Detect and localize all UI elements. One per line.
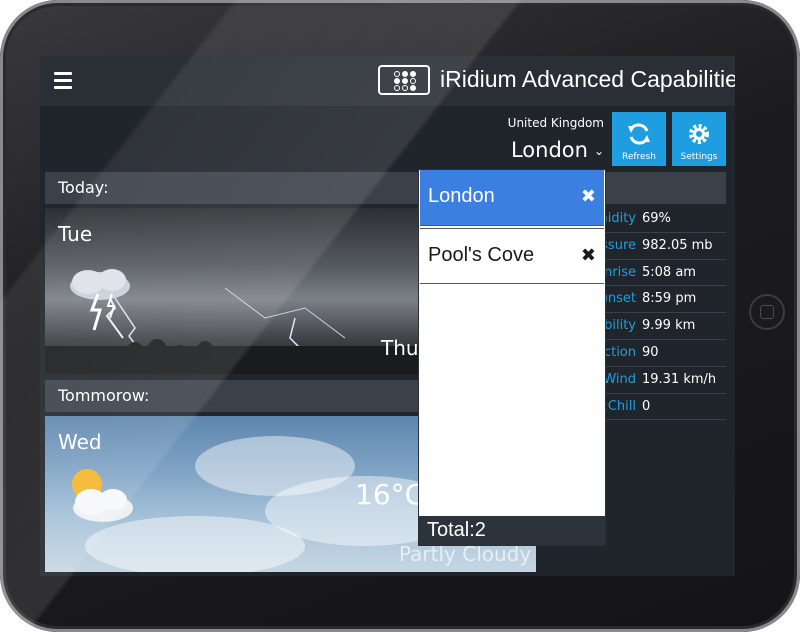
home-button[interactable] bbox=[749, 294, 785, 330]
detail-row: Visibility:9.99 km bbox=[590, 313, 726, 340]
app-screen: iRidium Advanced Capabilities United Kin… bbox=[40, 56, 735, 576]
city-selector-label: London bbox=[510, 138, 588, 162]
city-option-pools-cove[interactable]: Pool's Cove ✖ bbox=[420, 228, 604, 284]
city-option-london[interactable]: London ✖ bbox=[420, 170, 604, 226]
tomorrow-condition: Partly Cloudy bbox=[399, 542, 532, 566]
thunderstorm-icon bbox=[70, 269, 130, 331]
detail-row: Sunset:8:59 pm bbox=[590, 286, 726, 314]
detail-row: Pressure:982.05 mb bbox=[590, 233, 726, 260]
close-icon[interactable]: ✖ bbox=[581, 186, 596, 207]
refresh-icon bbox=[628, 123, 650, 145]
iridium-logo-icon bbox=[378, 65, 430, 95]
close-icon[interactable]: ✖ bbox=[581, 245, 596, 266]
hamburger-icon[interactable] bbox=[54, 72, 72, 90]
detail-value: 69% bbox=[642, 211, 671, 226]
detail-value: 8:59 pm bbox=[642, 291, 697, 307]
city-dropdown: London ✖ Pool's Cove ✖ Total:2 bbox=[419, 170, 605, 545]
top-bar: iRidium Advanced Capabilities bbox=[40, 56, 735, 106]
detail-row: Chill: 0 bbox=[590, 394, 726, 421]
city-option-label: London bbox=[428, 185, 495, 207]
city-selector[interactable]: London ⌄ bbox=[480, 138, 604, 162]
detail-row: Direction:90 bbox=[590, 340, 726, 367]
weather-details-list: Humidity:69% Pressure:982.05 mb Sunrise:… bbox=[590, 206, 726, 421]
detail-value: 90 bbox=[642, 344, 659, 360]
details-header bbox=[605, 172, 726, 204]
city-total: Total:2 bbox=[419, 516, 605, 545]
app-title: iRidium Advanced Capabilities bbox=[440, 66, 735, 92]
settings-label: Settings bbox=[680, 152, 718, 162]
tomorrow-temperature: 16°C bbox=[355, 478, 425, 511]
detail-row: Humidity:69% bbox=[590, 206, 726, 233]
detail-row: Sunrise:5:08 am bbox=[590, 260, 726, 287]
detail-value: 19.31 km/h bbox=[642, 371, 717, 387]
country-label: United Kingdom bbox=[507, 116, 604, 130]
partly-cloudy-icon bbox=[72, 469, 133, 522]
gear-icon bbox=[689, 124, 709, 144]
refresh-button[interactable]: Refresh bbox=[612, 112, 666, 166]
detail-value: 0 bbox=[642, 398, 651, 414]
refresh-label: Refresh bbox=[622, 152, 656, 162]
detail-value: 982.05 mb bbox=[642, 237, 713, 253]
detail-row: Wind:19.31 km/h bbox=[590, 367, 726, 394]
tomorrow-day: Wed bbox=[58, 430, 102, 454]
today-day: Tue bbox=[58, 222, 93, 246]
detail-value: 5:08 am bbox=[642, 264, 696, 280]
chevron-down-icon: ⌄ bbox=[593, 144, 604, 158]
detail-value: 9.99 km bbox=[642, 318, 696, 334]
today-section-header: Today: bbox=[45, 172, 420, 204]
city-option-label: Pool's Cove bbox=[428, 244, 535, 266]
settings-button[interactable]: Settings bbox=[672, 112, 726, 166]
tomorrow-section-header: Tommorow: bbox=[45, 380, 420, 412]
